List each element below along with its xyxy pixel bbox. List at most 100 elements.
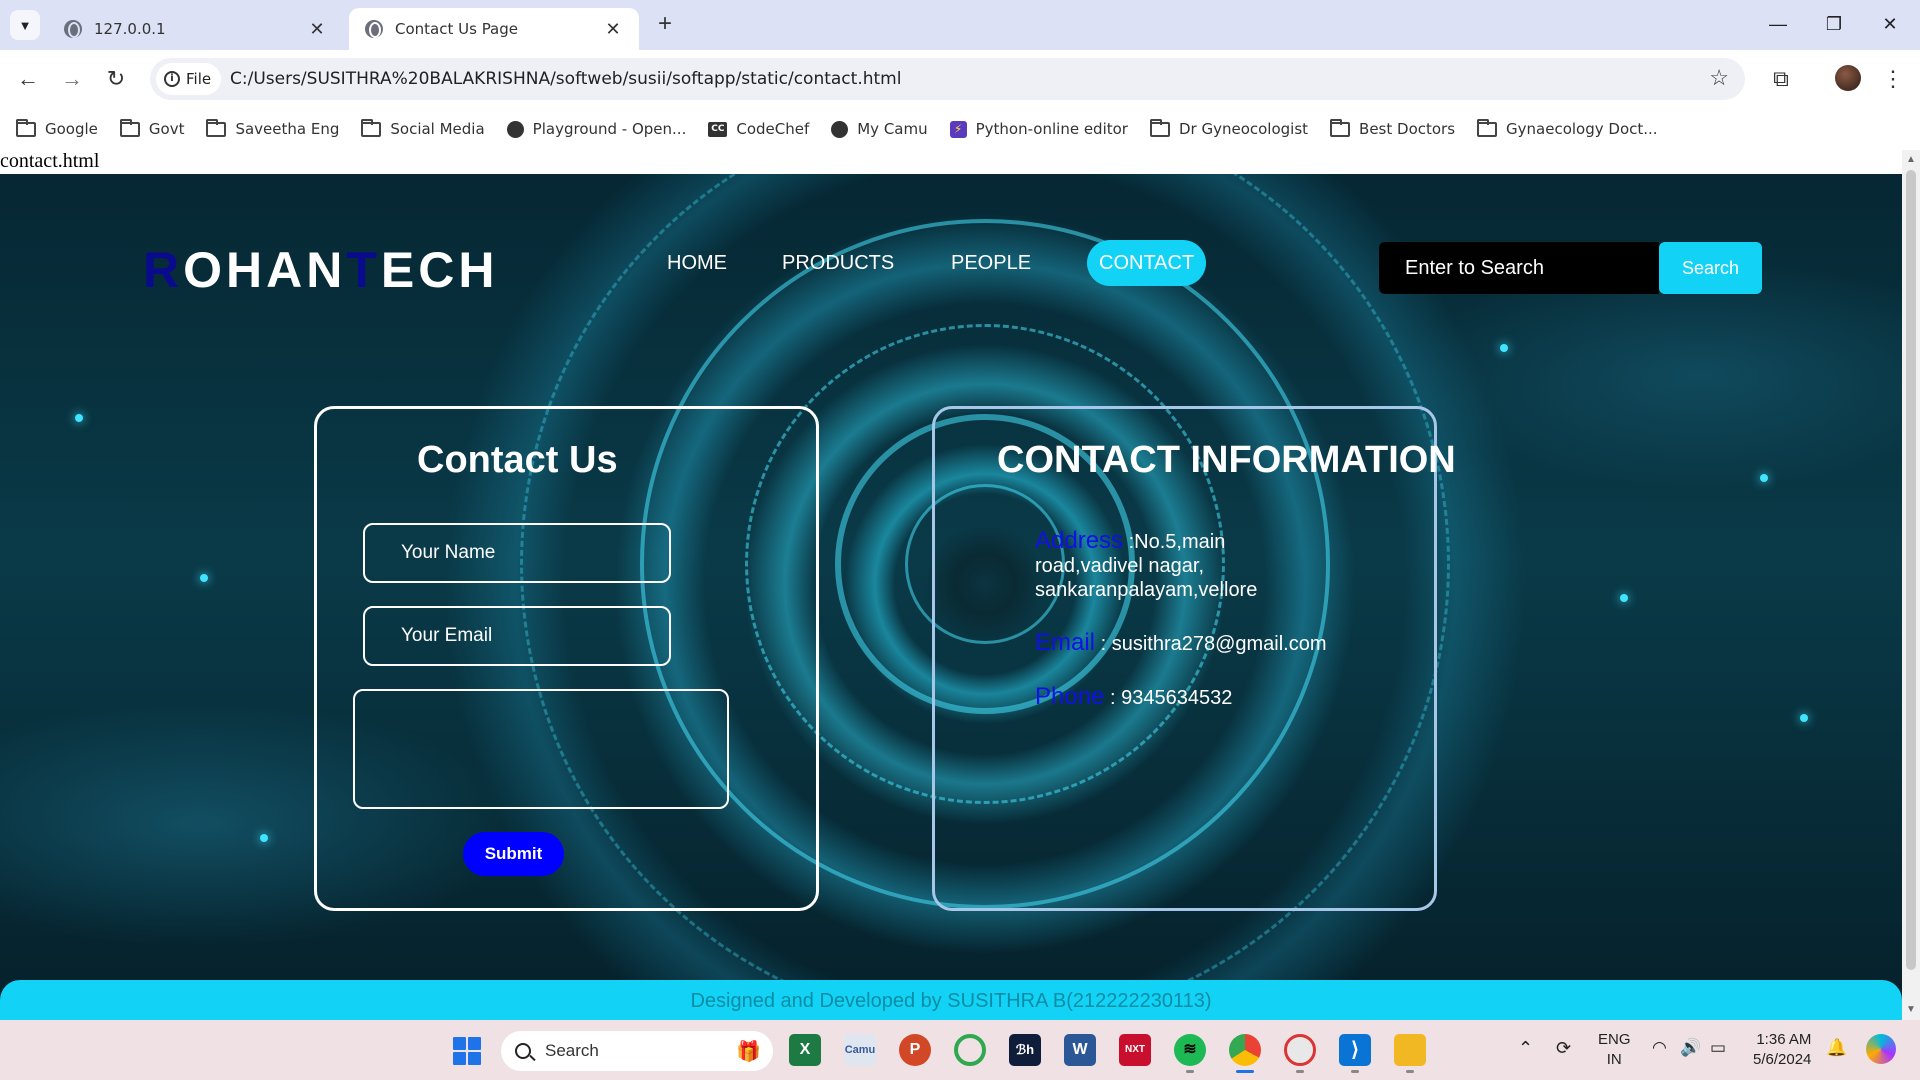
nav-home[interactable]: HOME [655,240,739,286]
bookmark-best-doctors[interactable]: Best Doctors [1330,118,1456,138]
bookmark-python-editor[interactable]: ⚡ Python-online editor [949,120,1128,138]
bookmark-govt[interactable]: Govt [119,118,184,138]
bookmark-label: CodeChef [736,120,810,138]
page-scrollbar[interactable]: ▲ ▼ [1902,150,1920,1020]
running-indicator [1406,1070,1414,1073]
powerpoint-icon[interactable]: P [899,1034,931,1066]
background-light [260,834,268,842]
sync-icon[interactable]: ⟳ [1556,1038,1571,1058]
email-field[interactable]: Your Email [363,606,671,666]
background-light [200,574,208,582]
message-textarea[interactable] [353,689,729,809]
wifi-icon[interactable]: ◠ [1652,1038,1667,1058]
taskbar: Search 🎁 X Camu P ℬh W NXT ≋ ⟩ ⌃ ⟳ ENG I… [0,1020,1920,1080]
excel-icon[interactable]: X [789,1034,821,1066]
windows-start-icon[interactable] [453,1037,481,1065]
taskbar-search[interactable]: Search 🎁 [501,1031,773,1071]
folder-icon [206,118,227,137]
logo-initial: R [143,242,184,298]
background-light [75,414,83,422]
codechef-icon: CC [708,121,728,137]
chevron-up-icon[interactable]: ⌃ [1518,1038,1533,1058]
site-logo[interactable]: ROHANTECH [143,241,498,299]
word-icon[interactable]: W [1064,1034,1096,1066]
bookmark-codechef[interactable]: CC CodeChef [708,120,809,138]
new-tab-button[interactable]: + [650,10,680,40]
clock[interactable]: 1:36 AM 5/6/2024 [1753,1030,1811,1070]
restore-button[interactable]: ❐ [1806,6,1862,42]
bookmark-saveetha-eng[interactable]: Saveetha Eng [206,118,340,138]
volume-icon[interactable]: 🔊 [1680,1038,1701,1058]
url-text[interactable]: C:/Users/SUSITHRA%20BALAKRISHNA/softweb/… [230,69,901,89]
vscode-icon[interactable]: ⟩ [1339,1034,1371,1066]
globe-icon [365,20,383,38]
extensions-icon[interactable]: ⧉ [1766,64,1796,94]
name-field[interactable]: Your Name [363,523,671,583]
camu-icon[interactable]: Camu [844,1034,876,1066]
reload-button[interactable]: ↻ [100,63,132,95]
close-window-button[interactable]: ✕ [1862,6,1918,42]
bookmark-label: Gynaecology Doct... [1506,120,1658,138]
bookmark-my-camu[interactable]: My Camu [831,120,928,138]
clock-date: 5/6/2024 [1753,1051,1812,1068]
chrome-icon[interactable] [1229,1034,1261,1066]
scroll-thumb[interactable] [1906,170,1916,970]
refresh-app-icon[interactable] [954,1034,986,1066]
page-filename-text: contact.html [0,150,100,172]
background-light [1760,474,1768,482]
tab-localhost[interactable]: 127.0.0.1 ✕ [48,8,343,50]
tab-contact-us[interactable]: Contact Us Page ✕ [349,8,639,50]
scroll-down-icon[interactable]: ▼ [1902,1002,1920,1018]
close-icon[interactable]: ✕ [307,19,327,40]
copilot-icon[interactable] [1866,1034,1896,1064]
close-icon[interactable]: ✕ [603,19,623,40]
folder-icon [1149,118,1170,137]
tab-label: Contact Us Page [395,20,519,38]
submit-button[interactable]: Submit [463,832,564,876]
scroll-up-icon[interactable]: ▲ [1902,152,1920,168]
tab-label: 127.0.0.1 [94,20,166,38]
nav-people[interactable]: PEOPLE [939,240,1043,286]
bookmark-playground[interactable]: Playground - Open... [506,120,686,138]
bookmark-gynaecology-doct[interactable]: Gynaecology Doct... [1477,118,1658,138]
tab-list-button[interactable]: ▼ [10,10,40,40]
phone-info: Phone : 9345634532 [1035,685,1232,710]
bookmark-dr-gyneocologist[interactable]: Dr Gyneocologist [1149,118,1308,138]
search-input[interactable]: Enter to Search [1379,242,1659,294]
search-button[interactable]: Search [1659,242,1762,294]
forward-button[interactable]: → [56,63,88,95]
search-icon [515,1043,531,1059]
sun-nxt-icon[interactable]: NXT [1119,1034,1151,1066]
profile-avatar[interactable] [1835,65,1861,91]
python-editor-icon: ⚡ [949,120,967,138]
back-button[interactable]: ← [12,63,44,95]
battery-icon[interactable]: ▭ [1710,1038,1726,1058]
nav-products[interactable]: PRODUCTS [770,240,906,286]
site-info-chip[interactable]: i File [156,63,222,95]
file-explorer-icon[interactable] [1394,1034,1426,1066]
language-text: ENG [1598,1031,1631,1048]
chrome-profile-icon[interactable] [1284,1034,1316,1066]
notification-icon[interactable]: 🔔 [1826,1038,1847,1058]
arrow-right-icon: → [61,66,83,91]
address-bar[interactable]: i File C:/Users/SUSITHRA%20BALAKRISHNA/s… [150,58,1745,100]
spotify-icon[interactable]: ≋ [1174,1034,1206,1066]
logo-text: OHAN [183,242,347,298]
tab-strip: ▼ 127.0.0.1 ✕ Contact Us Page ✕ + — ❐ ✕ [0,0,1920,50]
browser-toolbar: ← → ↻ i File C:/Users/SUSITHRA%20BALAKRI… [0,50,1920,108]
minimize-button[interactable]: — [1750,6,1806,42]
bookmark-social-media[interactable]: Social Media [361,118,485,138]
language-indicator[interactable]: ENG IN [1598,1030,1631,1070]
folder-icon [1330,118,1351,137]
email-info: Email : susithra278@gmail.com [1035,631,1327,656]
running-indicator [1351,1070,1359,1073]
background-light [1620,594,1628,602]
hackerrank-icon[interactable]: ℬh [1009,1034,1041,1066]
bookmark-label: Best Doctors [1359,120,1456,138]
bookmark-google[interactable]: Google [16,118,98,138]
clock-time: 1:36 AM [1756,1031,1812,1048]
nav-contact[interactable]: CONTACT [1087,240,1207,286]
more-menu-icon[interactable]: ⋮ [1878,64,1908,94]
bookmark-label: Saveetha Eng [235,120,340,138]
bookmark-star-icon[interactable]: ☆ [1709,65,1729,91]
